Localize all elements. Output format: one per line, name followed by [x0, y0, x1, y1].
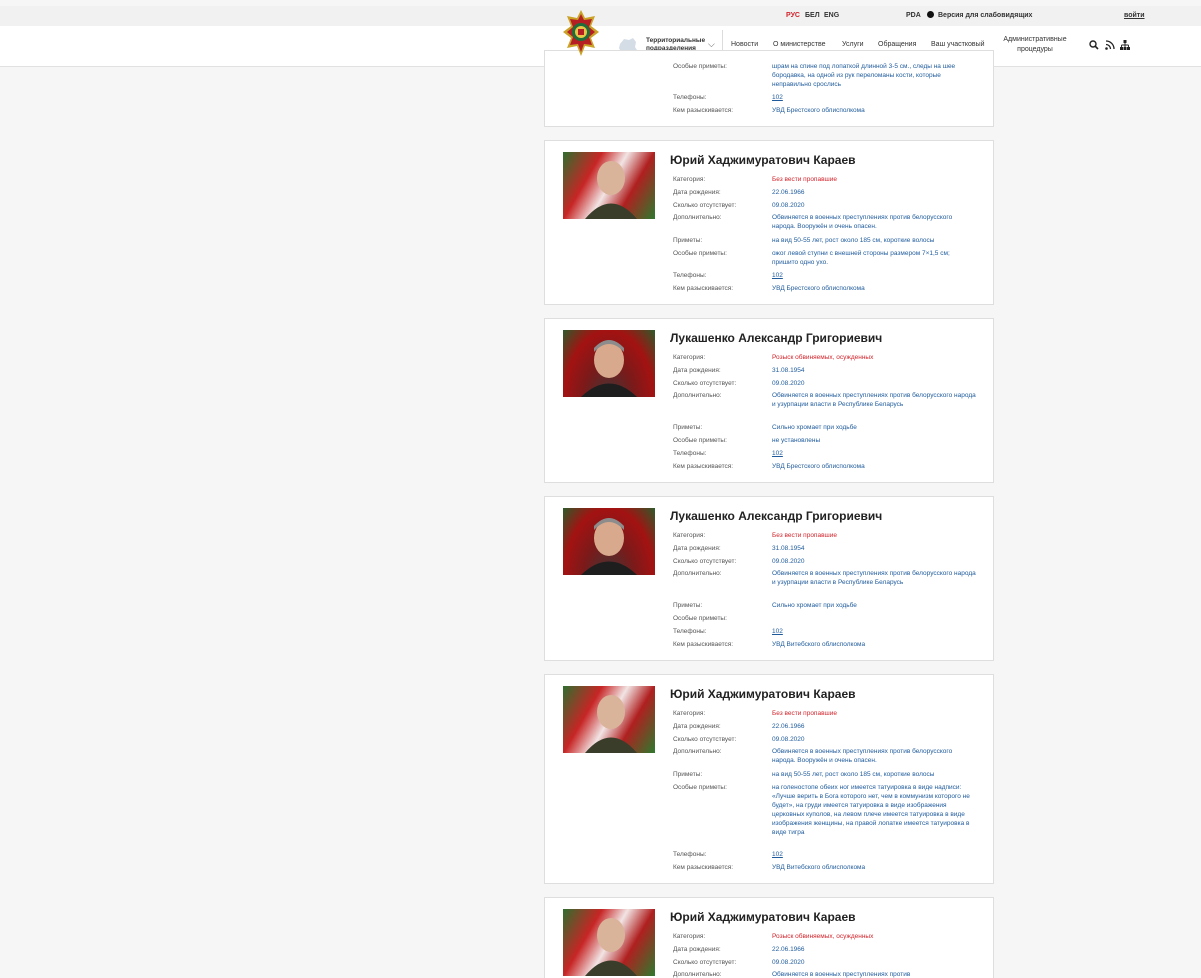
wanted-card-partial: Особые приметы: шрам на спине под лопатк…	[544, 50, 994, 127]
phone-link[interactable]: 102	[772, 627, 977, 636]
lang-ru[interactable]: РУС	[786, 12, 800, 19]
person-photo[interactable]	[563, 686, 655, 753]
phone-link[interactable]: 102	[772, 271, 977, 280]
rss-icon[interactable]	[1105, 40, 1115, 50]
person-name[interactable]: Юрий Хаджимуратович Караев	[670, 153, 856, 167]
wanted-card[interactable]: Лукашенко Александр Григориевич Категори…	[544, 318, 994, 483]
category-value: Без вести пропавшие	[772, 176, 837, 183]
top-utility-bar: РУС БЕЛ ENG PDA Версия для слабовидящих …	[0, 6, 1201, 27]
person-photo[interactable]	[563, 152, 655, 219]
low-vision-link[interactable]: Версия для слабовидящих	[938, 12, 1032, 19]
search-icon[interactable]	[1089, 40, 1099, 50]
phone-link[interactable]: 102	[772, 93, 977, 102]
sitemap-icon[interactable]	[1120, 40, 1130, 50]
category-value: Без вести пропавшие	[772, 710, 837, 717]
person-name[interactable]: Лукашенко Александр Григориевич	[670, 509, 882, 523]
nav-services[interactable]: Услуги	[842, 41, 864, 48]
person-name[interactable]: Юрий Хаджимуратович Караев	[670, 687, 856, 701]
nav-appeals[interactable]: Обращения	[878, 41, 916, 48]
eye-icon	[927, 11, 934, 18]
person-name[interactable]: Лукашенко Александр Григориевич	[670, 331, 882, 345]
wanted-card[interactable]: Лукашенко Александр Григориевич Категори…	[544, 496, 994, 661]
nav-news[interactable]: Новости	[731, 41, 758, 48]
person-photo[interactable]	[563, 330, 655, 397]
nav-district-officer[interactable]: Ваш участковый	[931, 41, 985, 48]
category-value: Без вести пропавшие	[772, 532, 837, 539]
lang-en[interactable]: ENG	[824, 12, 839, 19]
person-photo[interactable]	[563, 909, 655, 976]
login-link[interactable]: войти	[1124, 12, 1145, 19]
nav-about[interactable]: О министерстве	[773, 41, 826, 48]
wanted-card[interactable]: Юрий Хаджимуратович Караев Категория: Без…	[544, 140, 994, 305]
category-value: Розыск обвиняемых, осужденных	[772, 354, 874, 361]
chevron-down-icon[interactable]: ⌵	[708, 39, 715, 50]
phone-link[interactable]: 102	[772, 449, 977, 458]
phone-link[interactable]: 102	[772, 850, 977, 859]
category-value: Розыск обвиняемых, осужденных	[772, 933, 874, 940]
nav-admin-procedures[interactable]: Административные процедуры	[1000, 35, 1070, 55]
person-photo[interactable]	[563, 508, 655, 575]
person-name[interactable]: Юрий Хаджимуратович Караев	[670, 910, 856, 924]
pda-link[interactable]: PDA	[906, 12, 921, 19]
ministry-emblem-icon[interactable]	[563, 10, 599, 58]
lang-be[interactable]: БЕЛ	[805, 12, 820, 19]
wanted-card[interactable]: Юрий Хаджимуратович Караев Категория: Роз…	[544, 897, 994, 978]
wanted-card[interactable]: Юрий Хаджимуратович Караев Категория: Без…	[544, 674, 994, 884]
